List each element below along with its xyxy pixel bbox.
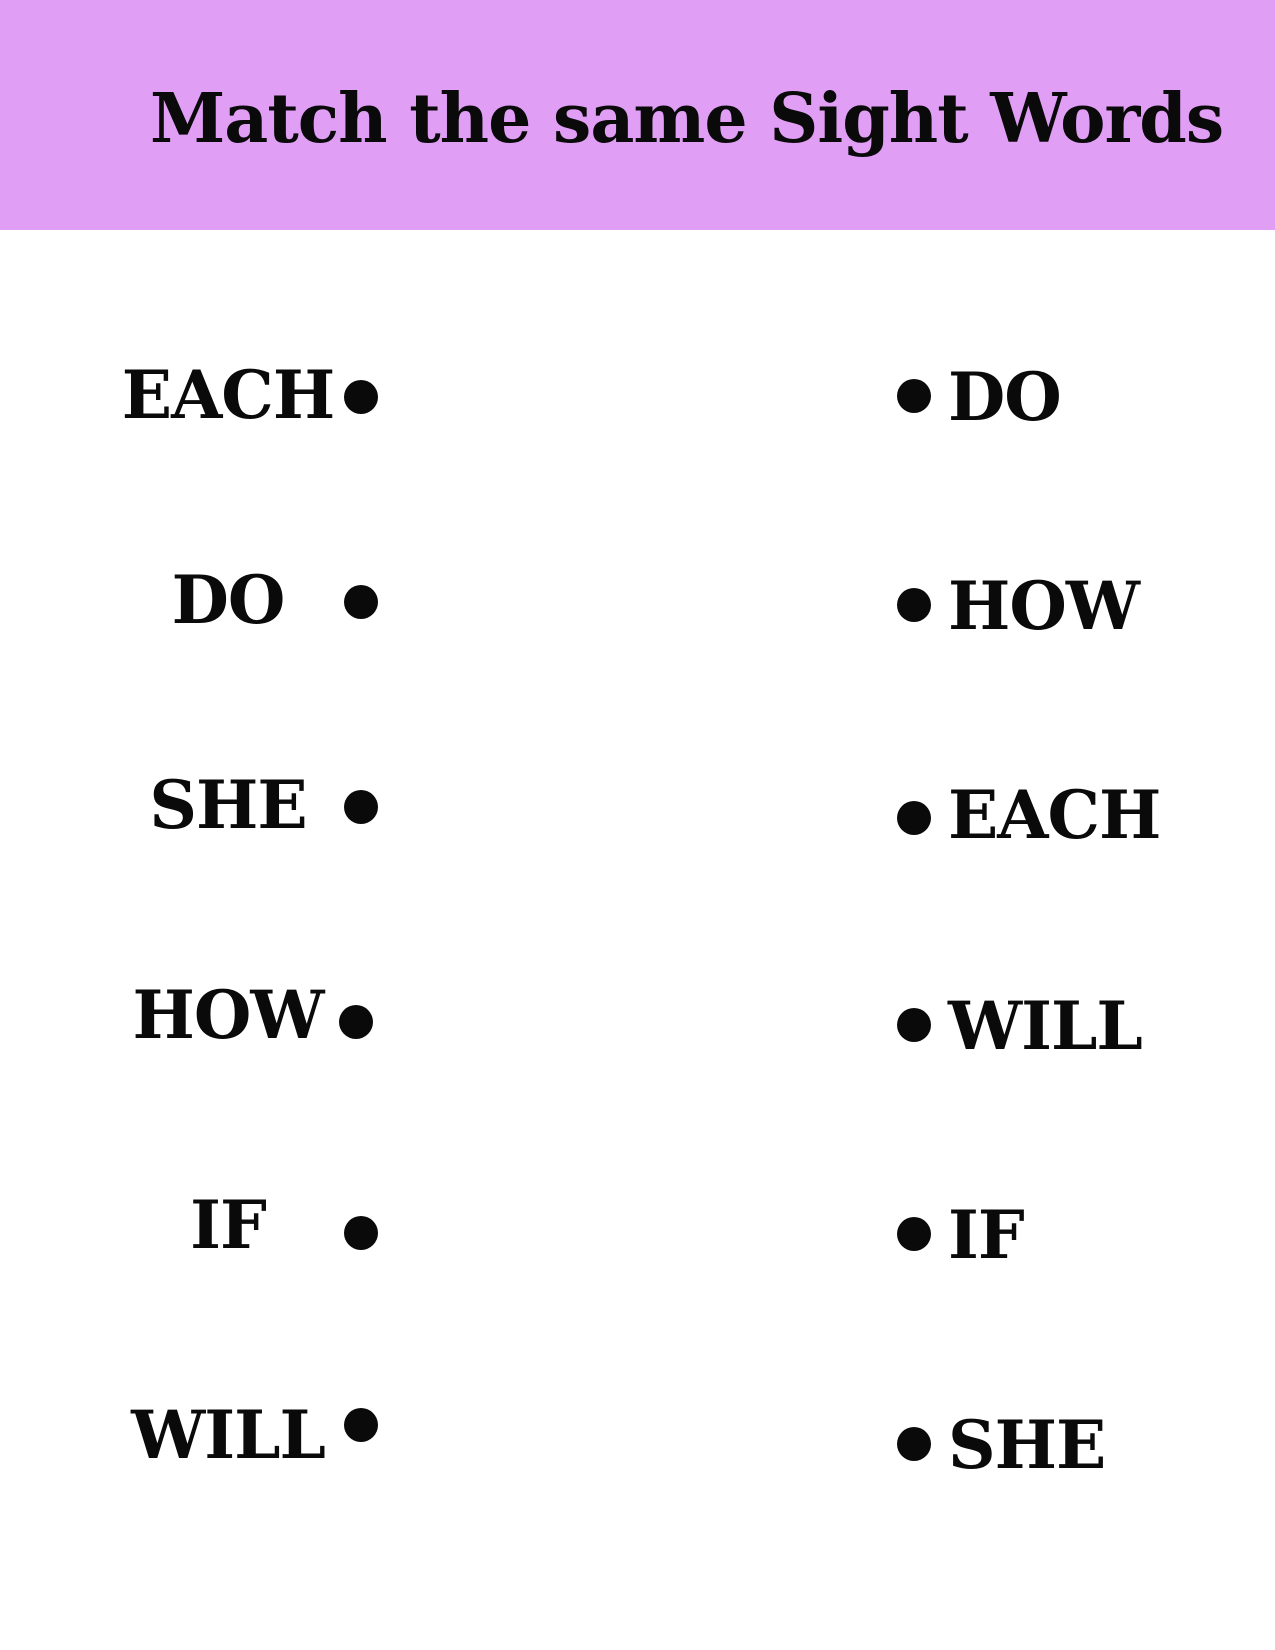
right-word-do: DO — [948, 358, 1062, 436]
left-dot-if[interactable] — [344, 1216, 378, 1250]
left-dot-each[interactable] — [344, 380, 378, 414]
right-word-if: IF — [948, 1196, 1025, 1274]
left-dot-she[interactable] — [344, 790, 378, 824]
left-word-if: IF — [190, 1186, 267, 1264]
left-dot-will[interactable] — [344, 1408, 378, 1442]
right-dot-how[interactable] — [897, 588, 931, 622]
right-word-each: EACH — [948, 776, 1161, 854]
left-dot-how[interactable] — [339, 1005, 373, 1039]
left-word-do: DO — [171, 561, 286, 639]
header-band: Match the same Sight Words — [0, 0, 1275, 230]
left-word-she: SHE — [149, 766, 307, 844]
right-word-how: HOW — [948, 567, 1140, 645]
right-dot-each[interactable] — [897, 801, 931, 835]
left-dot-do[interactable] — [344, 585, 378, 619]
left-word-how: HOW — [132, 976, 325, 1054]
right-word-will: WILL — [948, 987, 1143, 1065]
left-word-will: WILL — [131, 1396, 326, 1474]
left-word-each: EACH — [121, 356, 335, 434]
page-title: Match the same Sight Words — [150, 79, 1224, 159]
right-dot-do[interactable] — [897, 379, 931, 413]
right-dot-if[interactable] — [897, 1217, 931, 1251]
right-dot-she[interactable] — [897, 1427, 931, 1461]
right-word-she: SHE — [948, 1406, 1106, 1484]
right-dot-will[interactable] — [897, 1008, 931, 1042]
